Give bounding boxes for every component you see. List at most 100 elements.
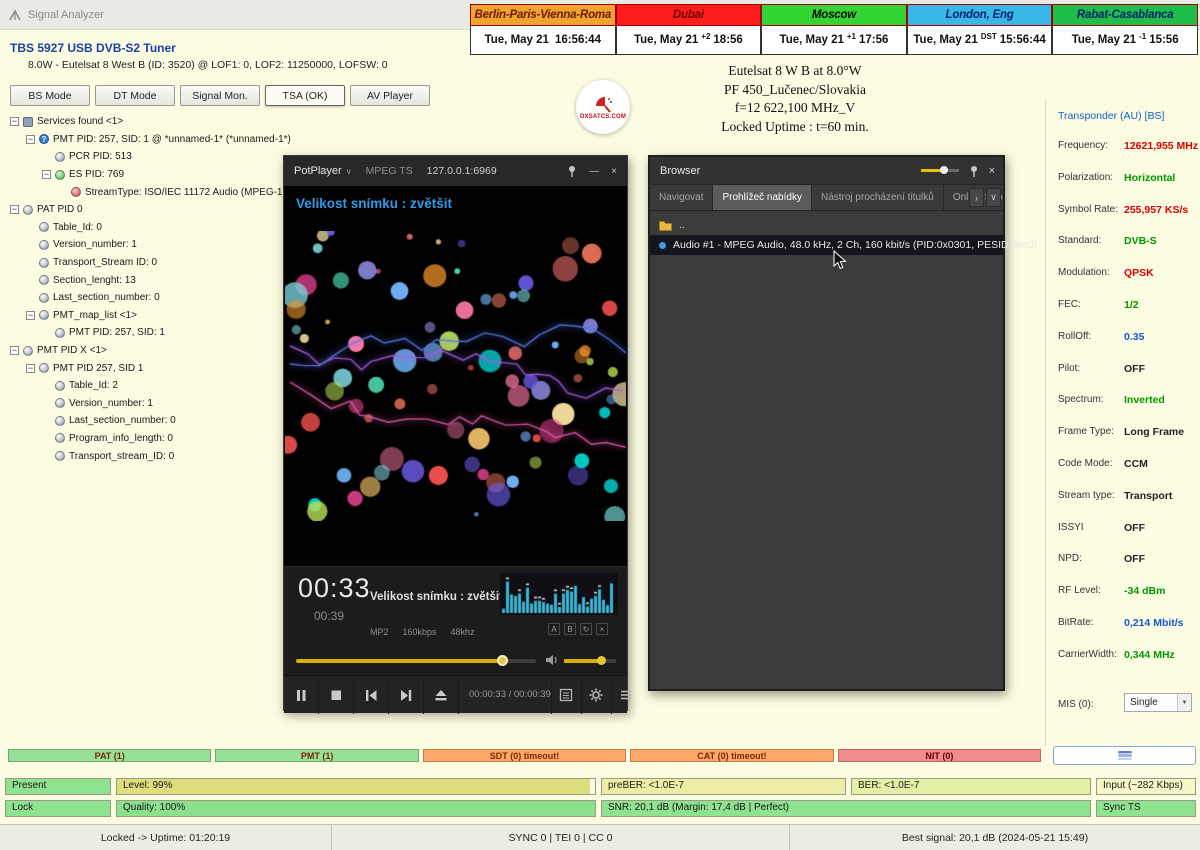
close-button[interactable]: × (611, 166, 617, 177)
tree-item[interactable]: Last_section_number: 0 (6, 289, 296, 307)
pin-icon[interactable] (567, 165, 577, 177)
seek-bar-fill (296, 659, 502, 663)
ab-point-b-button[interactable]: B (564, 623, 576, 635)
ab-point-a-button[interactable]: A (548, 623, 560, 635)
tab-list-dropdown-button[interactable]: ∨ (986, 188, 1001, 207)
tree-expander-icon[interactable]: − (10, 346, 19, 355)
seek-bar-handle[interactable] (497, 655, 508, 666)
status-cell-present: Present (5, 778, 111, 795)
player-menu-button[interactable]: PotPlayer (294, 165, 342, 177)
clock-date: Tue, May 21 (780, 34, 844, 46)
volume-slider[interactable] (564, 659, 616, 663)
transponder-label: Spectrum: (1058, 394, 1124, 405)
transponder-row: Symbol Rate:255,957 KS/s (1058, 204, 1198, 236)
tree-item[interactable]: Section_lenght: 13 (6, 271, 296, 289)
tree-item-label: Table_Id: 0 (53, 222, 102, 233)
tab-bs-mode[interactable]: BS Mode (10, 85, 90, 106)
tree-item[interactable]: Version_number: 1 (6, 236, 296, 254)
tree-item[interactable]: −Services found <1> (6, 113, 296, 131)
transponder-label: Modulation: (1058, 267, 1124, 278)
tab-signal-mon-[interactable]: Signal Mon. (180, 85, 260, 106)
tree-item-label: PMT PID 257, SID 1 (53, 363, 143, 374)
tuner-details: 8.0W - Eutelsat 8 West B (ID: 3520) @ LO… (28, 59, 388, 71)
osd-close-button[interactable]: × (596, 623, 608, 635)
tree-item[interactable]: Table_Id: 0 (6, 219, 296, 237)
tree-item-label: PMT PID X <1> (37, 345, 107, 356)
tree-expander-icon[interactable]: − (26, 364, 35, 373)
clock-column-3: MoscowTue, May 21+117:56 (761, 4, 907, 55)
tree-item[interactable]: Last_section_number: 0 (6, 412, 296, 430)
tree-item[interactable]: −?PMT PID: 257, SID: 1 @ *unnamed-1* (*u… (6, 131, 296, 149)
volume-icon[interactable] (545, 654, 559, 666)
tree-expander-icon[interactable]: − (42, 170, 51, 179)
settings-gear-button[interactable] (581, 676, 611, 714)
stop-button[interactable] (319, 676, 354, 714)
transponder-value: Horizontal (1124, 172, 1175, 184)
pause-button[interactable] (284, 676, 319, 714)
close-button[interactable]: × (989, 165, 995, 177)
best-signal: Best signal: 20,1 dB (2024-05-21 15:49) (790, 825, 1200, 850)
status-cell-snr: SNR: 20,1 dB (Margin: 17,4 dB | Perfect) (601, 800, 1091, 817)
opacity-slider[interactable] (921, 169, 959, 172)
tree-item[interactable]: − PMT_map_list <1> (6, 307, 296, 325)
tree-item-label: PMT_map_list <1> (53, 310, 137, 321)
mis-select[interactable]: Single ▼ (1124, 693, 1192, 712)
parent-folder-row[interactable]: .. (650, 215, 1003, 235)
transponder-label: RollOff: (1058, 331, 1124, 342)
services-icon (23, 117, 33, 127)
tree-item[interactable]: −ES PID: 769 (6, 166, 296, 184)
tree-item[interactable]: PMT PID: 257, SID: 1 (6, 324, 296, 342)
pin-icon[interactable] (969, 165, 979, 177)
clock-column-1: Berlin-Paris-Vienna-RomaTue, May 2116:56… (470, 4, 616, 55)
browser-content: .. Audio #1 - MPEG Audio, 48.0 kHz, 2 Ch… (650, 211, 1003, 255)
buffer-status-button[interactable] (1053, 746, 1196, 765)
browser-tab[interactable]: Nástroj procházení titulků (812, 185, 944, 210)
menu-button[interactable] (611, 676, 641, 714)
clock-city-header: London, Eng (907, 4, 1053, 26)
browser-titlebar[interactable]: Browser × (650, 157, 1003, 185)
tree-expander-icon[interactable]: − (10, 205, 19, 214)
tree-item[interactable]: − PMT PID X <1> (6, 342, 296, 360)
tree-item[interactable]: −PAT PID 0 (6, 201, 296, 219)
playlist-button[interactable] (551, 676, 581, 714)
mouse-cursor (833, 250, 847, 270)
transponder-value: OFF (1124, 363, 1145, 375)
player-mini-buttons: AB ↻ × (548, 623, 608, 635)
player-buttons-bar: 00:00:33 / 00:00:39 (284, 675, 627, 713)
browser-tab[interactable]: Navigovat (650, 185, 713, 210)
tab-scroll-right-button[interactable]: › (969, 188, 984, 207)
tree-item[interactable]: Program_info_length: 0 (6, 430, 296, 448)
tree-expander-icon[interactable]: − (26, 135, 35, 144)
minimize-button[interactable]: — (589, 166, 599, 177)
tree-expander-icon[interactable]: − (26, 311, 35, 320)
tree-item[interactable]: StreamType: ISO/IEC 11172 Audio (MPEG-1)… (6, 183, 296, 201)
volume-handle[interactable] (597, 656, 606, 665)
previous-button[interactable] (354, 676, 389, 714)
status-label: Quality: 100% (123, 802, 185, 813)
tab-tsa-ok-[interactable]: TSA (OK) (265, 85, 345, 106)
tree-item[interactable]: Transport_Stream ID: 0 (6, 254, 296, 272)
transponder-row: ISSYIOFF (1058, 522, 1198, 554)
psi-bar-sdt: SDT (0) timeout! (423, 749, 626, 762)
eject-button[interactable] (424, 676, 459, 714)
world-clocks: Berlin-Paris-Vienna-RomaTue, May 2116:56… (470, 4, 1198, 55)
clock-utc-offset: +1 (847, 32, 856, 41)
next-button[interactable] (389, 676, 424, 714)
transponder-row: Modulation:QPSK (1058, 267, 1198, 299)
opacity-slider-knob[interactable] (940, 166, 948, 174)
browser-tab[interactable]: Prohlížeč nabídky (713, 185, 812, 210)
tab-av-player[interactable]: AV Player (350, 85, 430, 106)
tab-dt-mode[interactable]: DT Mode (95, 85, 175, 106)
tree-item[interactable]: Transport_stream_ID: 0 (6, 447, 296, 465)
repeat-button[interactable]: ↻ (580, 623, 592, 635)
tree-item[interactable]: − PMT PID 257, SID 1 (6, 359, 296, 377)
player-titlebar[interactable]: PotPlayer ∨ MPEG TS 127.0.0.1:6969 — × (284, 156, 627, 186)
dxsatcs-logo: DXSATCS.COM (576, 80, 630, 134)
seek-bar[interactable] (296, 659, 536, 663)
browser-item-row[interactable]: Audio #1 - MPEG Audio, 48.0 kHz, 2 Ch, 1… (650, 235, 1003, 255)
tree-expander-icon[interactable]: − (10, 117, 19, 126)
clock-datetime: Tue, May 21DST15:56:44 (907, 26, 1053, 55)
tree-item[interactable]: PCR PID: 513 (6, 148, 296, 166)
tree-item[interactable]: Table_Id: 2 (6, 377, 296, 395)
tree-item[interactable]: Version_number: 1 (6, 395, 296, 413)
